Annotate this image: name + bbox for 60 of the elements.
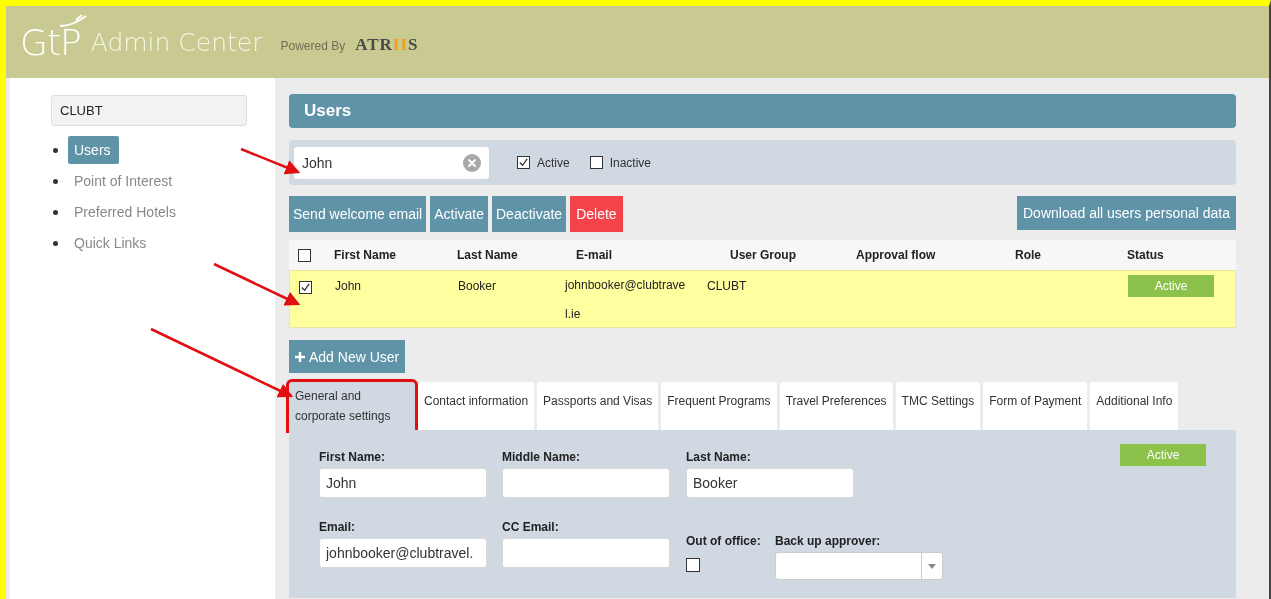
app-title: Admin Center <box>90 27 263 57</box>
tab[interactable]: Form of Payment <box>983 382 1088 430</box>
table-row[interactable]: John Booker johnbooker@clubtravel.ie CLUBT Active <box>289 270 1236 328</box>
column-header: E-mail <box>575 248 613 262</box>
plane-icon <box>58 13 88 28</box>
bullet-icon <box>53 178 58 184</box>
powered-by-text: Powered By <box>280 39 346 53</box>
field-label: Out of office: <box>686 534 762 548</box>
column-header: Last Name <box>457 248 519 262</box>
search-field[interactable]: John <box>294 146 489 179</box>
bullet-icon <box>53 147 58 153</box>
field-label: Middle Name: <box>502 450 581 464</box>
field-label: CC Email: <box>502 520 560 534</box>
field-label: Last Name: <box>686 450 752 464</box>
tab[interactable]: Travel Preferences <box>779 382 893 430</box>
sidebar-item[interactable]: Preferred Hotels <box>68 198 184 226</box>
arrow <box>240 147 301 175</box>
column-header: Role <box>1015 248 1042 262</box>
table-cell-text: John <box>335 279 363 293</box>
logo: GtP <box>20 21 81 63</box>
checkbox[interactable] <box>589 156 603 169</box>
page-title: Users <box>304 101 352 121</box>
table-cell-text: johnbooker@clubtravel.ie <box>565 277 687 323</box>
input-field[interactable] <box>502 468 670 498</box>
status-badge: Active <box>1128 275 1214 297</box>
column-header: Status <box>1127 248 1165 262</box>
input-field[interactable]: Booker <box>686 468 854 498</box>
checkbox[interactable] <box>298 248 311 262</box>
tab[interactable]: Frequent Programs <box>661 382 777 430</box>
bullet-icon <box>53 240 58 246</box>
tab[interactable]: Passports and Visas <box>537 382 659 430</box>
company-field[interactable]: CLUBT <box>51 95 247 126</box>
partner-logo: ATRIIS <box>355 35 419 55</box>
field-label: First Name: <box>319 450 387 464</box>
filter-label: Inactive <box>609 155 652 170</box>
action-button[interactable]: Delete <box>570 196 623 232</box>
column-header: Approval flow <box>856 248 937 262</box>
sidebar-item[interactable]: Quick Links <box>68 229 155 257</box>
table-cell-text: CLUBT <box>707 279 748 293</box>
bullet-icon <box>53 209 58 215</box>
column-header: User Group <box>729 248 797 262</box>
checkbox[interactable] <box>299 281 312 294</box>
field-label: Email: <box>319 520 356 534</box>
input-field[interactable]: johnbooker@clubtravel. <box>319 538 487 568</box>
tab[interactable]: TMC Settings <box>895 382 981 430</box>
table-cell-text: Booker <box>458 279 498 293</box>
status-badge: Active <box>1120 444 1206 466</box>
checkbox[interactable] <box>686 558 700 572</box>
checkbox[interactable] <box>517 156 530 169</box>
column-header: First Name <box>334 248 398 262</box>
input-field[interactable] <box>502 538 670 568</box>
tab[interactable]: Contact information <box>418 382 535 430</box>
field-label: Back up approver: <box>775 534 882 548</box>
filter-label: Active <box>537 155 570 170</box>
sidebar-item[interactable]: Point of Interest <box>68 167 181 195</box>
tab[interactable]: Additional Info <box>1090 382 1179 430</box>
plus-icon <box>295 351 305 362</box>
tab[interactable]: General and corporate settings <box>289 382 415 430</box>
caret-icon <box>928 563 936 569</box>
input-field[interactable]: John <box>319 468 487 498</box>
